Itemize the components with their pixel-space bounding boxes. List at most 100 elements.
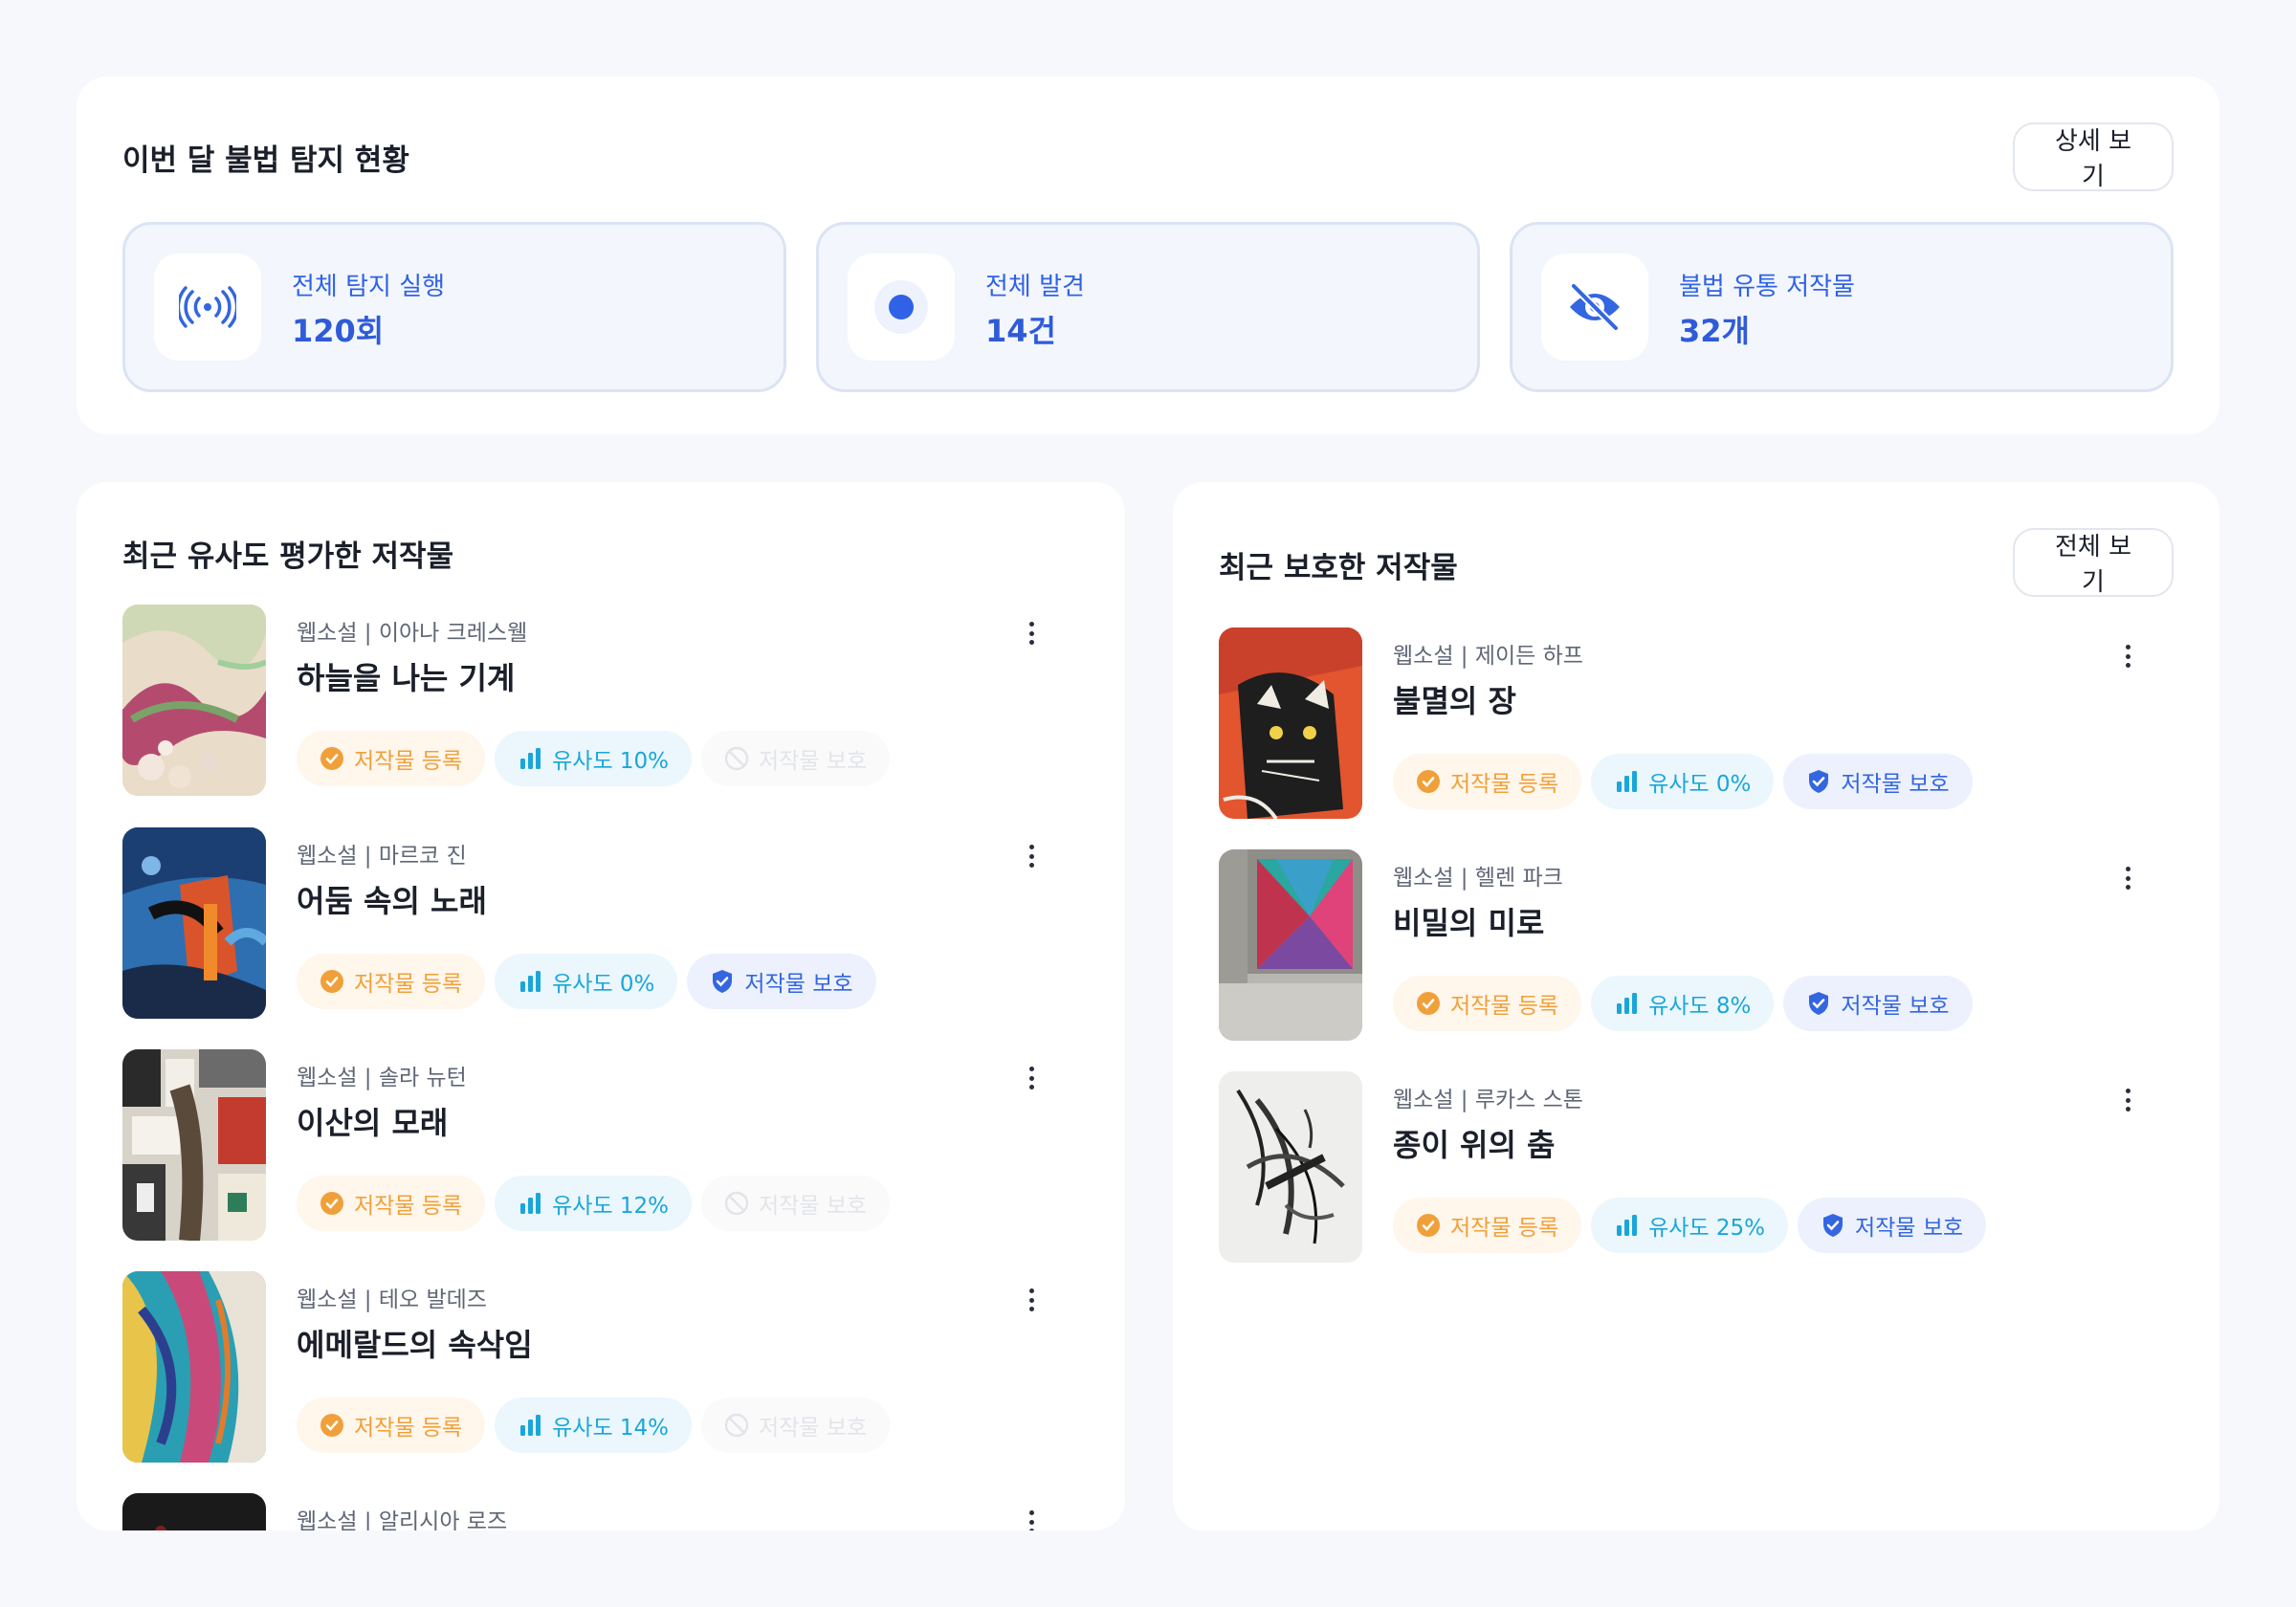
eye-off-icon [1541,253,1648,361]
detail-view-button[interactable]: 상세 보기 [2013,122,2174,191]
similarity-badge: 유사도 12% [495,1176,693,1231]
item-title: 비밀의 미로 [1393,905,1545,941]
check-circle-icon [320,1414,343,1437]
artwork-thumbnail [122,1493,266,1530]
registered-badge: 저작물 등록 [1393,1198,1582,1253]
stat-illegal-works[interactable]: 불법 유통 저작물 32개 [1510,222,2174,392]
more-options-icon[interactable] [2118,1083,2137,1117]
registered-badge: 저작물 등록 [297,1398,486,1453]
artwork-thumbnail [1219,627,1362,819]
artwork-thumbnail [122,827,266,1019]
protect-badge: 저작물 보호 [687,954,876,1009]
item-meta: 웹소설 | 이아나 크레스웰 [297,621,528,646]
block-icon [724,746,749,771]
record-dot-icon [848,253,955,361]
protect-badge: 저작물 보호 [1798,1198,1987,1253]
section-title: 최근 유사도 평가한 저작물 [122,539,454,574]
check-circle-icon [1417,770,1440,793]
item-meta: 웹소설 | 알리시아 로즈 [297,1509,508,1530]
protect-badge-inactive: 저작물 보호 [701,1398,891,1453]
protect-badge: 저작물 보호 [1783,976,1973,1031]
item-title: 종이 위의 춤 [1393,1127,1556,1163]
view-all-button[interactable]: 전체 보기 [2013,528,2174,597]
stat-label: 불법 유통 저작물 [1679,273,1855,301]
list-item[interactable]: 웹소설 | 헬렌 파크 비밀의 미로 저작물 등록 유사도 8% 저작물 보호 [1219,849,2175,1041]
shield-check-icon [1823,1214,1843,1237]
stat-total-runs[interactable]: 전체 탐지 실행 120회 [122,222,786,392]
list-item[interactable]: 웹소설 | 마르코 진 어둠 속의 노래 저작물 등록 유사도 0% 저작물 보… [122,827,1079,1019]
shield-check-icon [1809,992,1829,1015]
similarity-badge: 유사도 0% [495,954,678,1009]
stat-label: 전체 발견 [985,273,1085,301]
similarity-badge: 유사도 25% [1591,1198,1789,1253]
artwork-thumbnail [122,1271,266,1463]
similarity-badge: 유사도 0% [1591,754,1775,809]
registered-badge: 저작물 등록 [1393,754,1582,809]
registered-badge: 저작물 등록 [297,954,486,1009]
item-meta: 웹소설 | 마르코 진 [297,844,467,869]
shield-check-icon [713,970,733,993]
block-icon [724,1191,749,1216]
stat-value: 120회 [292,313,385,349]
more-options-icon[interactable] [1022,1505,1041,1530]
similarity-badge: 유사도 14% [495,1398,693,1453]
item-title: 에메랄드의 속삭임 [297,1327,533,1363]
list-item[interactable]: 웹소설 | 테오 발데즈 에메랄드의 속삭임 저작물 등록 유사도 14% 저작… [122,1271,1079,1463]
registered-badge: 저작물 등록 [297,1176,486,1231]
item-title: 어둠 속의 노래 [297,883,487,919]
check-circle-icon [1417,1214,1440,1237]
check-circle-icon [320,1192,343,1215]
more-options-icon[interactable] [1022,1283,1041,1317]
shield-check-icon [1809,770,1829,793]
bar-chart-icon [520,971,541,992]
check-circle-icon [1417,992,1440,1015]
item-meta: 웹소설 | 루카스 스톤 [1393,1088,1583,1112]
more-options-icon[interactable] [2118,639,2137,673]
similarity-badge: 유사도 8% [1591,976,1775,1031]
stat-total-found[interactable]: 전체 발견 14건 [816,222,1480,392]
recent-evaluated-card: 최근 유사도 평가한 저작물 웹소설 | 이아나 크레스웰 하늘을 나는 기계 … [77,482,1125,1530]
recent-protected-card: 최근 보호한 저작물 전체 보기 웹소설 | 제이든 하프 불멸의 장 저작물 … [1173,482,2219,1530]
item-title: 이산의 모래 [297,1105,449,1141]
broadcast-icon [154,253,261,361]
more-options-icon[interactable] [1022,839,1041,873]
artwork-thumbnail [1219,849,1362,1041]
list-item[interactable]: 웹소설 | 이아나 크레스웰 하늘을 나는 기계 저작물 등록 유사도 10% … [122,605,1079,796]
item-meta: 웹소설 | 헬렌 파크 [1393,866,1563,891]
list-item[interactable]: 웹소설 | 솔라 뉴턴 이산의 모래 저작물 등록 유사도 12% 저작물 보호 [122,1049,1079,1241]
bar-chart-icon [520,1193,541,1214]
bar-chart-icon [1617,771,1638,792]
bar-chart-icon [1617,993,1638,1014]
summary-title: 이번 달 불법 탐지 현황 [122,143,409,178]
list-item[interactable]: 웹소설 | 루카스 스톤 종이 위의 춤 저작물 등록 유사도 25% 저작물 … [1219,1071,2175,1263]
bar-chart-icon [520,1415,541,1436]
more-options-icon[interactable] [1022,1061,1041,1095]
artwork-thumbnail [122,605,266,796]
stat-value: 32개 [1679,313,1750,349]
list-item[interactable]: 웹소설 | 알리시아 로즈 [122,1493,1079,1530]
check-circle-icon [320,970,343,993]
artwork-thumbnail [122,1049,266,1241]
block-icon [724,1413,749,1438]
protect-badge: 저작물 보호 [1783,754,1973,809]
more-options-icon[interactable] [2118,861,2137,895]
registered-badge: 저작물 등록 [297,731,486,786]
item-meta: 웹소설 | 제이든 하프 [1393,644,1583,669]
item-meta: 웹소설 | 솔라 뉴턴 [297,1066,467,1090]
item-title: 하늘을 나는 기계 [297,660,516,696]
item-title: 불멸의 장 [1393,683,1516,719]
detection-summary-card: 이번 달 불법 탐지 현황 상세 보기 전체 탐지 실행 120회 전체 발견 … [77,77,2219,434]
artwork-thumbnail [1219,1071,1362,1263]
registered-badge: 저작물 등록 [1393,976,1582,1031]
protect-badge-inactive: 저작물 보호 [701,731,891,786]
protect-badge-inactive: 저작물 보호 [701,1176,891,1231]
more-options-icon[interactable] [1022,616,1041,650]
list-item[interactable]: 웹소설 | 제이든 하프 불멸의 장 저작물 등록 유사도 0% 저작물 보호 [1219,627,2175,819]
section-title: 최근 보호한 저작물 [1219,551,1458,585]
bar-chart-icon [520,748,541,769]
similarity-badge: 유사도 10% [495,731,693,786]
check-circle-icon [320,747,343,770]
stat-value: 14건 [985,313,1056,349]
bar-chart-icon [1617,1215,1638,1236]
item-meta: 웹소설 | 테오 발데즈 [297,1288,487,1312]
